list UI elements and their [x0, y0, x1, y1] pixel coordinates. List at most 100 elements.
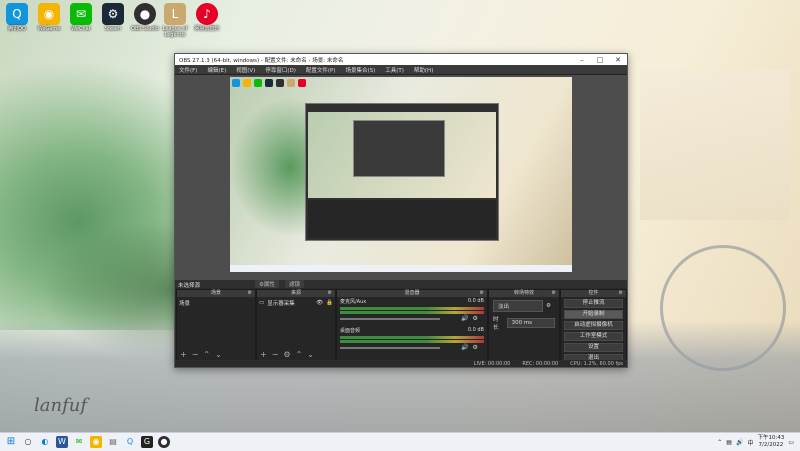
mixer-channel: 桌面音频 0.0 dB: [337, 326, 487, 335]
gear-icon[interactable]: ⚙: [472, 315, 477, 322]
lock-icon[interactable]: 🔒: [326, 300, 333, 306]
desktop-icon-wegame[interactable]: ◉ WeGame: [34, 3, 64, 32]
notification-icon[interactable]: ▭: [788, 439, 794, 446]
gear-icon[interactable]: ⚙: [472, 344, 477, 351]
scenes-dock-title: 场景: [210, 290, 221, 296]
menu-view[interactable]: 视图(V): [236, 66, 255, 74]
app-taskbar-icon[interactable]: ▤: [107, 436, 119, 448]
menu-file[interactable]: 文件(F): [179, 66, 197, 74]
preview-canvas[interactable]: [230, 77, 572, 272]
menu-bar: 文件(F) 编辑(E) 视图(V) 停靠窗口(D) 配置文件(P) 场景集合(S…: [175, 65, 627, 75]
menu-help[interactable]: 帮助(H): [414, 66, 433, 74]
volume-icon[interactable]: 🔊: [736, 439, 743, 446]
wallpaper-building: [640, 70, 790, 220]
language-indicator[interactable]: 中: [747, 438, 753, 447]
channel-name: 桌面音频: [340, 328, 361, 334]
volume-meter: [340, 307, 484, 310]
maximize-icon[interactable]: □: [591, 56, 609, 64]
clock[interactable]: 下午10:43 7/2/2022: [757, 435, 784, 449]
move-down-icon[interactable]: ⌄: [215, 350, 222, 359]
gear-icon[interactable]: ⚙: [546, 303, 551, 309]
volume-slider[interactable]: [340, 317, 440, 320]
windows-start-icon[interactable]: ⊞: [5, 436, 17, 448]
wegame-taskbar-icon[interactable]: ◉: [90, 436, 102, 448]
scene-item[interactable]: 场景: [179, 299, 253, 307]
menu-tools[interactable]: 工具(T): [385, 66, 404, 74]
move-down-icon[interactable]: ⌄: [307, 350, 314, 359]
speaker-icon[interactable]: 🔊: [461, 344, 468, 351]
desktop-icon-label: 网易云音乐: [194, 26, 220, 32]
menu-profile[interactable]: 配置文件(P): [306, 66, 336, 74]
qq-taskbar-icon[interactable]: Q: [124, 436, 136, 448]
preview-area: [175, 75, 627, 280]
channel-name: 麦克风/Aux: [340, 299, 367, 305]
dock-gear-icon[interactable]: ⚙: [619, 290, 623, 297]
wegame-icon: ◉: [38, 3, 60, 25]
stop-streaming-button[interactable]: 停止推流: [564, 299, 623, 308]
transition-type-row: 淡出 ⚙: [493, 300, 555, 312]
game-taskbar-icon[interactable]: G: [141, 436, 153, 448]
studio-mode-button[interactable]: 工作室模式: [564, 332, 623, 341]
settings-button[interactable]: 设置: [564, 343, 623, 352]
network-icon[interactable]: ▤: [726, 439, 732, 446]
menu-scene-collection[interactable]: 场景集合(S): [345, 66, 375, 74]
speaker-icon[interactable]: 🔊: [461, 315, 468, 322]
transition-duration-row: 时长 300 ms: [493, 315, 555, 331]
transition-type-select[interactable]: 淡出: [493, 300, 543, 312]
desktop-icon-label: WeGame: [37, 26, 61, 32]
docks: 场景 ⚙ 场景 + − ⌃ ⌄ 来源 ⚙ ▭ 显示器采集 👁 🔒 + − ⚙ ⌃ ⌄ 混音器 ⚙ 麦…: [175, 289, 627, 367]
scenes-dock-header: 场景 ⚙: [177, 290, 255, 297]
scene-item-label: 场景: [179, 301, 191, 307]
settings-icon[interactable]: ⚙: [283, 350, 290, 359]
source-item[interactable]: ▭ 显示器采集 👁 🔒: [259, 299, 333, 307]
eye-icon[interactable]: 👁: [316, 300, 323, 306]
close-icon[interactable]: ✕: [609, 56, 627, 64]
desktop-icon-lol[interactable]: L League of Legends: [160, 3, 190, 38]
start-recording-button[interactable]: 开始录制: [564, 310, 623, 319]
desktop-icon-steam[interactable]: ⚙ Steam: [98, 3, 128, 32]
channel-db: 0.0 dB: [467, 327, 484, 333]
desktop-icon-netease-music[interactable]: ♪ 网易云音乐: [192, 3, 222, 32]
dock-gear-icon[interactable]: ⚙: [248, 290, 252, 297]
desktop-icon-label: 腾讯QQ: [8, 26, 26, 32]
properties-button[interactable]: ⚙属性: [255, 280, 279, 288]
move-up-icon[interactable]: ⌃: [203, 350, 210, 359]
obs-taskbar-icon[interactable]: ●: [158, 436, 170, 448]
filters-button[interactable]: 滤镜: [285, 280, 305, 288]
start-virtual-camera-button[interactable]: 启动虚拟摄像机: [564, 321, 623, 330]
word-icon[interactable]: W: [56, 436, 68, 448]
add-icon[interactable]: +: [180, 350, 187, 359]
scenes-dock: 场景 ⚙ 场景 + − ⌃ ⌄: [176, 289, 256, 361]
remove-icon[interactable]: −: [272, 350, 279, 359]
edge-icon[interactable]: ◐: [39, 436, 51, 448]
status-bar: LIVE: 00:00:00 REC: 00:00:00 CPU: 1.2%, …: [175, 360, 627, 367]
obs-window: OBS 27.1.3 (64-bit, windows) - 配置文件: 未命名…: [174, 53, 628, 368]
volume-slider[interactable]: [340, 346, 440, 349]
volume-meter: [340, 311, 484, 314]
cpu-status: CPU: 1.2%, 60.00 fps: [570, 360, 623, 367]
chevron-up-icon[interactable]: ⌃: [717, 439, 722, 446]
wallpaper-signature: lanfuf: [34, 395, 87, 416]
netease-music-icon: ♪: [196, 3, 218, 25]
dock-gear-icon[interactable]: ⚙: [552, 290, 556, 297]
desktop-icon-obs[interactable]: ● OBS Studio: [130, 3, 160, 32]
dock-gear-icon[interactable]: ⚙: [480, 290, 484, 297]
duration-input[interactable]: 300 ms: [506, 318, 555, 328]
menu-edit[interactable]: 编辑(E): [207, 66, 226, 74]
wechat-taskbar-icon[interactable]: ✉: [73, 436, 85, 448]
controls-dock-header: 控件 ⚙: [561, 290, 626, 297]
desktop-icon-qq[interactable]: Q 腾讯QQ: [2, 3, 32, 32]
move-up-icon[interactable]: ⌃: [296, 350, 303, 359]
desktop-icon-wechat[interactable]: ✉ WeChat: [66, 3, 96, 32]
preview-recursive-obs-2: [353, 120, 445, 177]
remove-icon[interactable]: −: [192, 350, 199, 359]
menu-docks[interactable]: 停靠窗口(D): [265, 66, 296, 74]
mixer-channel: 麦克风/Aux 0.0 dB: [337, 297, 487, 306]
dock-gear-icon[interactable]: ⚙: [328, 290, 332, 297]
desktop-icon-label: OBS Studio: [131, 26, 159, 32]
search-icon[interactable]: ○: [22, 436, 34, 448]
minimize-icon[interactable]: –: [573, 56, 591, 64]
transitions-dock-header: 转场特效 ⚙: [489, 290, 559, 297]
fader-row: 🔊 ⚙: [337, 315, 487, 322]
add-icon[interactable]: +: [260, 350, 267, 359]
